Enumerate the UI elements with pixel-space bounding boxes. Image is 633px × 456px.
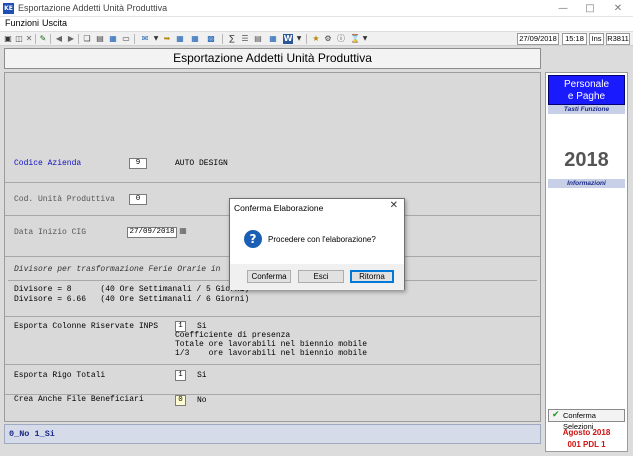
form-icon[interactable]: ▤ <box>253 34 263 44</box>
ritorna-button[interactable]: Ritorna <box>350 270 394 283</box>
page-title: Esportazione Addetti Unità Produttiva <box>173 51 372 65</box>
inps-note-2: Totale ore lavorabili nel biennio mobile <box>175 340 368 349</box>
question-icon: ? <box>244 230 262 248</box>
page-header: Esportazione Addetti Unità Produttiva <box>4 48 541 69</box>
menu-bar: Funzioni Uscita <box>0 17 633 31</box>
grid-icon[interactable]: ▦ <box>175 34 185 44</box>
conferma-selezioni-button[interactable]: ✔ Conferma Selezioni <box>548 409 625 431</box>
minimize-icon[interactable]: — <box>549 0 577 17</box>
mail-dropdown-icon[interactable]: ▼ <box>151 34 161 44</box>
toolbar-time: 15:18 <box>562 33 587 45</box>
brand-panel: Personale e Paghe <box>548 75 625 105</box>
dialog-message: Procedere con l'elaborazione? <box>268 235 376 244</box>
inps-label: Esporta Colonne Riservate INPS <box>14 322 159 331</box>
document-icon[interactable]: ▭ <box>121 34 131 44</box>
toolbar-mode: Ins <box>589 33 604 45</box>
sum-icon[interactable]: ∑ <box>227 34 237 44</box>
window-title: Esportazione Addetti Unità Produttiva <box>18 3 168 13</box>
checkmark-icon: ✔ <box>552 410 560 420</box>
pdl-label: 001 PDL 1 <box>567 440 606 449</box>
settings-icon[interactable]: ⚙ <box>323 34 333 44</box>
menu-funzioni[interactable]: Funzioni <box>5 18 39 28</box>
inps-note-1: Coefficiente di presenza <box>175 331 291 340</box>
export-xls-icon[interactable]: ▦ <box>268 34 278 44</box>
brand-line-1: Personale <box>563 79 610 90</box>
help-icon[interactable]: ⓘ <box>336 34 346 44</box>
section-inps: Esporta Colonne Riservate INPS 1 Si Coef… <box>5 317 540 365</box>
totali-label: Esporta Rigo Totali <box>14 371 106 380</box>
tools-icon[interactable]: ★ <box>311 34 321 44</box>
search-record-icon[interactable]: ✎ <box>38 34 48 44</box>
word-dropdown-icon[interactable]: ▼ <box>294 34 304 44</box>
totali-input[interactable]: 1 <box>175 370 186 381</box>
inps-note-3: 1/3 ore lavorabili nel biennio mobile <box>175 349 368 358</box>
back-icon[interactable]: ◀ <box>54 34 64 44</box>
save-icon[interactable]: ▣ <box>3 34 13 44</box>
section-azienda: Codice Azienda 9 AUTO DESIGN <box>5 73 540 183</box>
table-icon[interactable]: ▦ <box>190 34 200 44</box>
cod-unita-label: Cod. Unità Produttiva <box>14 195 115 204</box>
beneficiari-input[interactable]: 0 <box>175 395 186 406</box>
delete-icon[interactable]: ✕ <box>24 34 34 44</box>
right-panel: Personale e Paghe Tasti Funzione 2018 In… <box>545 72 628 452</box>
period-label: Agosto 2018 <box>562 428 611 437</box>
azienda-description: AUTO DESIGN <box>175 159 228 168</box>
brand-line-2: e Paghe <box>567 91 606 102</box>
copy-icon[interactable]: ❏ <box>82 34 92 44</box>
dialog-body: ? Procedere con l'elaborazione? Conferma… <box>230 216 404 290</box>
status-text: 0_No 1_Si <box>9 429 55 439</box>
section-totali: Esporta Rigo Totali 1 Si <box>5 365 540 395</box>
dialog-close-icon[interactable]: ✕ <box>390 200 398 211</box>
word-icon[interactable]: W <box>283 34 293 44</box>
esci-button[interactable]: Esci <box>298 270 344 283</box>
conferma-button[interactable]: Conferma <box>247 270 291 283</box>
cod-unita-input[interactable]: 0 <box>129 194 147 205</box>
data-cig-label: Data Inizio CIG <box>14 228 87 237</box>
data-cig-input[interactable]: 27/09/2018 <box>127 227 177 238</box>
beneficiari-answer: No <box>197 396 207 405</box>
divisore-heading: Divisore per trasformazione Ferie Orarie… <box>14 265 221 274</box>
dialog-footer: Conferma Esci Ritorna <box>230 264 404 290</box>
title-bar: KE Esportazione Addetti Unità Produttiva… <box>0 0 633 17</box>
list-icon[interactable]: ☰ <box>240 34 250 44</box>
inps-answer: Si <box>197 322 207 331</box>
toolbar: ▣ ◫ ✕ ✎ ◀ ▶ ❏ ▤ ▦ ▭ ✉ ▼ ➥ ▦ ▦ ▩ ∑ ☰ ▤ ▦ … <box>0 31 633 46</box>
calendar-icon[interactable]: ▦ <box>108 34 118 44</box>
print-icon[interactable]: ◫ <box>14 34 24 44</box>
close-icon[interactable]: ✕ <box>604 0 632 17</box>
divisore-line-2: Divisore = 6.66 (40 Ore Settimanali / 6 … <box>14 295 250 304</box>
menu-uscita[interactable]: Uscita <box>42 18 67 28</box>
mail-icon[interactable]: ✉ <box>140 34 150 44</box>
attach-icon[interactable]: ⌛ <box>350 34 360 44</box>
dialog-title: Conferma Elaborazione <box>234 203 324 213</box>
calendar-picker-icon[interactable]: ▦ <box>178 226 188 236</box>
divisore-line-1: Divisore = 8 (40 Ore Settimanali / 5 Gio… <box>14 285 250 294</box>
totali-answer: Si <box>197 371 207 380</box>
section-beneficiari: Crea Anche File Beneficiari 0 No <box>5 395 540 421</box>
codice-azienda-label: Codice Azienda <box>14 159 82 168</box>
toolbar-date: 27/09/2018 <box>517 33 559 45</box>
paste-icon[interactable]: ▤ <box>95 34 105 44</box>
informazioni-header: Informazioni <box>548 179 625 188</box>
codice-azienda-input[interactable]: 9 <box>129 158 147 169</box>
attach-dropdown-icon[interactable]: ▼ <box>360 34 370 44</box>
app-logo-icon: KE <box>3 3 14 14</box>
export-icon[interactable]: ➥ <box>162 34 172 44</box>
forward-icon[interactable]: ▶ <box>66 34 76 44</box>
toolbar-code: R3811 <box>606 33 630 45</box>
tasti-funzione-header: Tasti Funzione <box>548 105 625 114</box>
year-display: 2018 <box>564 149 609 171</box>
beneficiari-label: Crea Anche File Beneficiari <box>14 395 144 404</box>
keyboard-icon[interactable]: ▩ <box>206 34 216 44</box>
confirm-dialog: Conferma Elaborazione ✕ ? Procedere con … <box>229 198 405 290</box>
status-bar: 0_No 1_Si <box>4 424 541 444</box>
maximize-icon[interactable]: □ <box>576 0 604 17</box>
